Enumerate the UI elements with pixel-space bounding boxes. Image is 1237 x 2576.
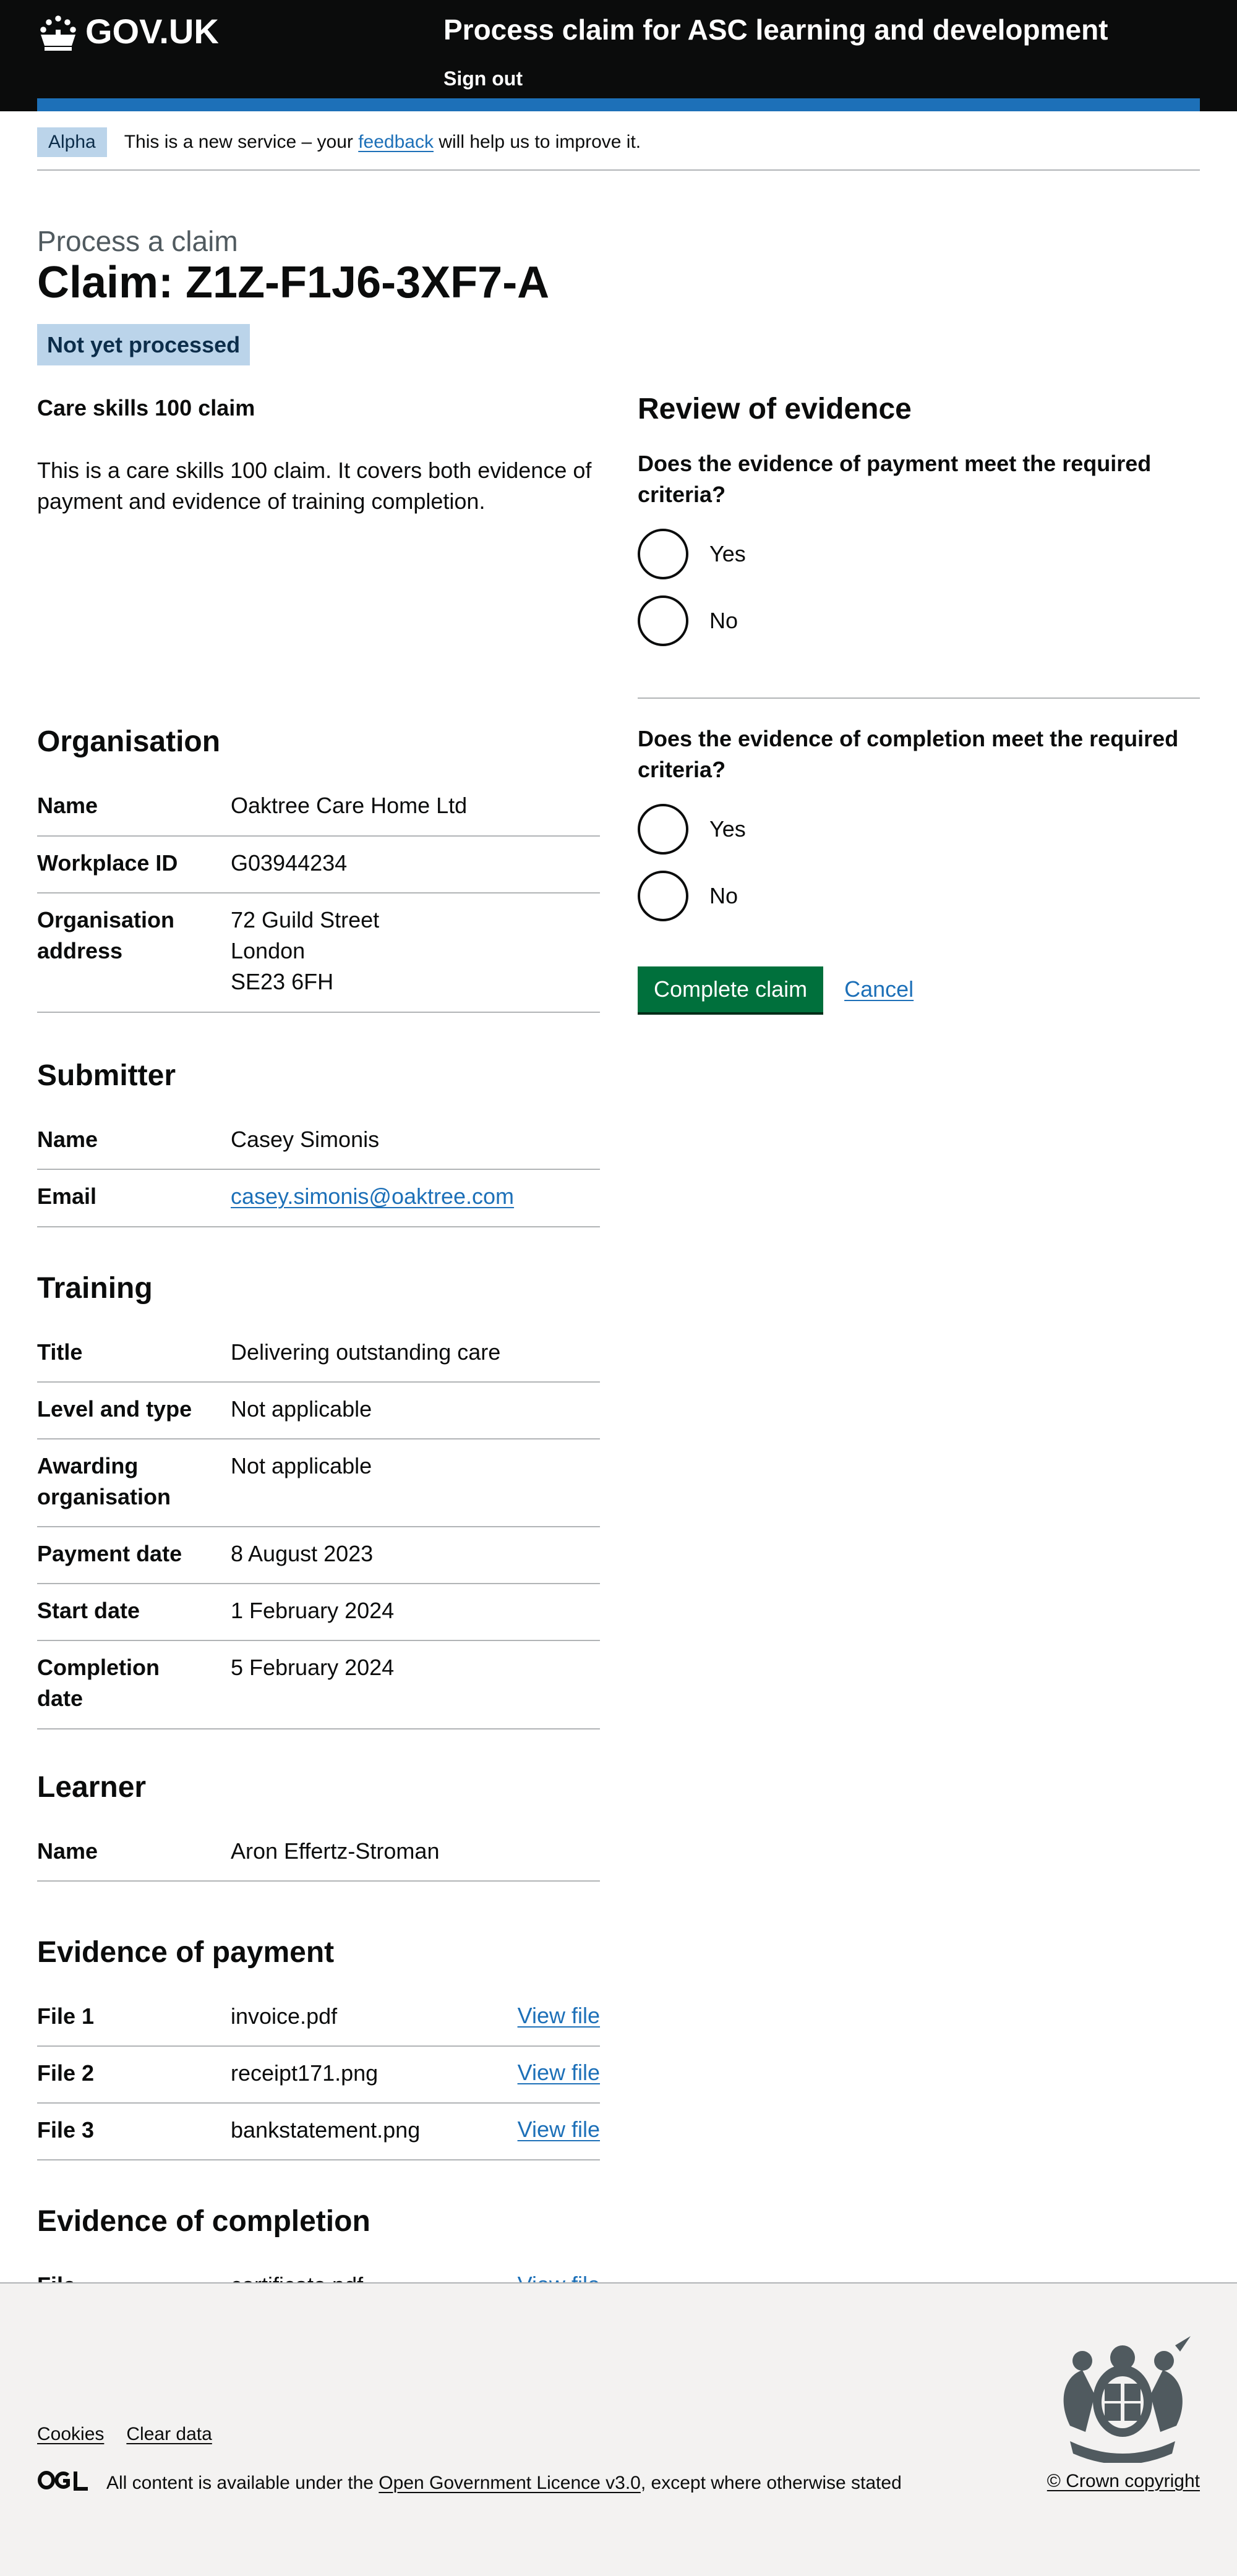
submitter-heading: Submitter <box>37 1059 176 1092</box>
file-row: File 2 receipt171.png View file <box>37 2047 600 2104</box>
radio-label[interactable]: No <box>709 881 738 911</box>
clear-data-link[interactable]: Clear data <box>126 2422 212 2447</box>
summary-row: Workplace ID G03944234 <box>37 837 600 893</box>
phase-banner: Alpha This is a new service – your feedb… <box>37 111 1200 171</box>
payment-no-radio[interactable]: No <box>638 587 1200 654</box>
site-header: GOV.UK Process claim for ASC learning an… <box>0 0 1237 111</box>
site-footer: Cookies Clear data All content is availa… <box>0 2282 1237 2576</box>
page-title: Claim: Z1Z-F1J6-3XF7-A <box>37 257 550 307</box>
crown-copyright-link[interactable]: © Crown copyright <box>1047 2471 1200 2491</box>
licence: All content is available under the Open … <box>37 2469 902 2498</box>
file-row: File 3 bankstatement.png View file <box>37 2104 600 2160</box>
crown-icon <box>40 15 76 51</box>
payment-evidence-fieldset: Does the evidence of payment meet the re… <box>638 448 1200 654</box>
completion-evidence-question: Does the evidence of completion meet the… <box>638 725 1179 783</box>
copyright: © Crown copyright <box>1047 2469 1200 2494</box>
claim-description: This is a care skills 100 claim. It cove… <box>37 457 592 514</box>
ogl-link[interactable]: Open Government Licence v3.0 <box>379 2471 641 2496</box>
header-blue-bar <box>37 98 1200 111</box>
feedback-link[interactable]: feedback <box>358 132 434 152</box>
radio-label[interactable]: No <box>709 606 738 636</box>
main-content: Process a claim Claim: Z1Z-F1J6-3XF7-A N… <box>37 171 1200 2316</box>
summary-row: Payment date 8 August 2023 <box>37 1527 600 1584</box>
summary-row: Organisation address 72 Guild Street Lon… <box>37 893 600 1013</box>
summary-row: Start date 1 February 2024 <box>37 1584 600 1641</box>
service-name[interactable]: Process claim for ASC learning and devel… <box>443 11 1108 49</box>
radio-circle[interactable] <box>638 528 688 579</box>
file-row: File 1 invoice.pdf View file <box>37 1990 600 2047</box>
govuk-logo-link[interactable]: GOV.UK <box>37 9 219 54</box>
summary-row: Name Aron Effertz-Stroman <box>37 1825 600 1882</box>
cancel-link[interactable]: Cancel <box>844 975 914 1004</box>
training-heading: Training <box>37 1271 153 1305</box>
evidence-payment-heading: Evidence of payment <box>37 1935 335 1969</box>
payment-yes-radio[interactable]: Yes <box>638 521 1200 587</box>
phase-tag: Alpha <box>37 127 107 157</box>
sign-out-link[interactable]: Sign out <box>443 66 523 92</box>
submitter-email-link[interactable]: casey.simonis@oaktree.com <box>231 1181 521 1212</box>
payment-evidence-question: Does the evidence of payment meet the re… <box>638 450 1152 508</box>
phase-text: This is a new service – your feedback wi… <box>124 132 641 152</box>
cookies-link[interactable]: Cookies <box>37 2422 104 2447</box>
summary-row: Awarding organisation Not applicable <box>37 1439 600 1527</box>
summary-row: Name Casey Simonis <box>37 1113 600 1170</box>
status-badge: Not yet processed <box>37 323 250 366</box>
radio-circle[interactable] <box>638 803 688 855</box>
evidence-completion-heading: Evidence of completion <box>37 2204 370 2238</box>
organisation-address: 72 Guild Street London SE23 6FH <box>231 906 380 995</box>
completion-evidence-fieldset: Does the evidence of completion meet the… <box>638 723 1200 929</box>
radio-circle[interactable] <box>638 870 688 921</box>
completion-yes-radio[interactable]: Yes <box>638 796 1200 863</box>
footer-links: Cookies Clear data <box>37 2422 212 2447</box>
claim-type: Care skills 100 claim <box>37 395 255 420</box>
ogl-logo-icon <box>37 2469 106 2498</box>
view-file-link[interactable]: View file <box>518 2058 600 2088</box>
learner-heading: Learner <box>37 1770 147 1804</box>
review-heading: Review of evidence <box>638 392 912 425</box>
review-form: Review of evidence Does the evidence of … <box>638 393 1200 1012</box>
summary-row: Completion date 5 February 2024 <box>37 1641 600 1729</box>
complete-claim-button[interactable]: Complete claim <box>638 966 824 1012</box>
section-divider <box>638 697 1200 699</box>
logo-text: GOV.UK <box>85 12 219 51</box>
summary-row: Level and type Not applicable <box>37 1383 600 1439</box>
royal-coat-of-arms-icon <box>1063 2335 1191 2463</box>
radio-label[interactable]: Yes <box>709 539 746 569</box>
radio-circle[interactable] <box>638 595 688 646</box>
organisation-heading: Organisation <box>37 725 221 758</box>
view-file-link[interactable]: View file <box>518 2001 600 2031</box>
summary-row: Email casey.simonis@oaktree.com <box>37 1170 600 1227</box>
view-file-link[interactable]: View file <box>518 2115 600 2144</box>
claim-details: Care skills 100 claim This is a care ski… <box>37 393 600 2316</box>
summary-row: Title Delivering outstanding care <box>37 1326 600 1383</box>
button-group: Complete claim Cancel <box>638 966 1200 1012</box>
completion-no-radio[interactable]: No <box>638 863 1200 929</box>
summary-row: Name Oaktree Care Home Ltd <box>37 779 600 837</box>
radio-label[interactable]: Yes <box>709 814 746 844</box>
